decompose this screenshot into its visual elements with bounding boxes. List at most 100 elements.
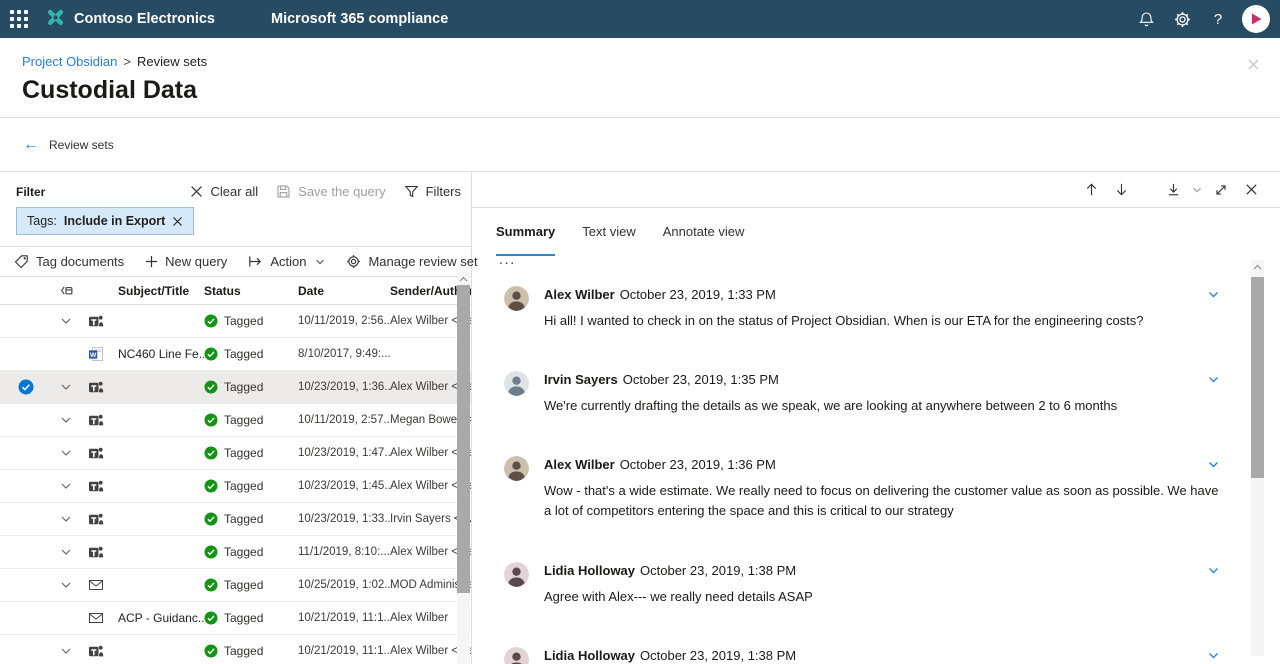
tab-text-view[interactable]: Text view	[582, 224, 635, 256]
status-cell: Tagged	[224, 347, 263, 361]
date-cell: 10/21/2019, 11:1...	[298, 612, 390, 624]
app-launcher-icon[interactable]	[0, 0, 38, 38]
command-bar: Tag documents New query Action Manage re…	[0, 247, 471, 277]
expand-row-button[interactable]	[52, 315, 80, 327]
expand-row-button[interactable]	[52, 579, 80, 591]
save-icon	[276, 184, 291, 199]
account-avatar[interactable]	[1242, 5, 1270, 33]
page-close-button[interactable]	[1247, 58, 1260, 76]
table-row[interactable]: Tagged 10/21/2019, 11:1... Alex Wilber <…	[0, 635, 471, 664]
save-query-button[interactable]: Save the query	[276, 184, 385, 199]
table-scrollbar[interactable]	[457, 272, 470, 664]
word-doc-icon: W	[88, 346, 104, 362]
mail-icon	[88, 577, 104, 593]
new-query-button[interactable]: New query	[145, 254, 227, 269]
next-document-button[interactable]	[1106, 175, 1136, 205]
status-cell: Tagged	[224, 644, 263, 658]
expand-message-button[interactable]	[1207, 288, 1220, 306]
tab-summary[interactable]: Summary	[496, 224, 555, 256]
expand-row-button[interactable]	[52, 645, 80, 657]
table-row[interactable]: Tagged 11/1/2019, 8:10:... Alex Wilber <…	[0, 536, 471, 569]
scrollbar-thumb[interactable]	[457, 285, 470, 593]
chevron-up-icon	[1253, 264, 1262, 270]
tagged-status-icon	[204, 413, 218, 427]
message-text: Wow - that's a wide estimate. We really …	[544, 481, 1220, 521]
tagged-status-icon	[204, 644, 218, 658]
tab-annotate-view[interactable]: Annotate view	[663, 224, 745, 256]
subject-cell: ACP - Guidanc...	[118, 611, 204, 625]
column-date[interactable]: Date	[298, 284, 390, 298]
row-checkbox[interactable]	[0, 379, 52, 395]
table-row[interactable]: Tagged 10/25/2019, 1:02... MOD Administr…	[0, 569, 471, 602]
expand-message-button[interactable]	[1207, 373, 1220, 391]
table-row[interactable]: W NC460 Line Fe... Tagged 8/10/2017, 9:4…	[0, 338, 471, 371]
date-cell: 10/21/2019, 11:1...	[298, 645, 390, 657]
table-row[interactable]: Tagged 10/11/2019, 2:57... Megan Bowen <…	[0, 404, 471, 437]
scroll-up-button[interactable]	[457, 272, 470, 286]
expand-row-button[interactable]	[52, 414, 80, 426]
brand[interactable]: Contoso Electronics	[46, 8, 215, 31]
viewer-scrollbar[interactable]	[1251, 260, 1264, 656]
column-subject[interactable]: Subject/Title	[118, 284, 204, 298]
gear-icon	[1174, 11, 1191, 28]
expand-row-button[interactable]	[52, 513, 80, 525]
close-icon	[1245, 183, 1258, 196]
teams-icon	[88, 412, 104, 428]
back-nav[interactable]: ← Review sets	[0, 118, 1280, 172]
date-cell: 10/11/2019, 2:56...	[298, 315, 390, 327]
column-status[interactable]: Status	[204, 284, 298, 298]
chevron-down-icon	[1207, 649, 1220, 662]
expand-row-button[interactable]	[52, 546, 80, 558]
breadcrumb-link[interactable]: Project Obsidian	[22, 54, 117, 69]
filters-button[interactable]: Filters	[404, 184, 461, 199]
settings-button[interactable]	[1164, 0, 1200, 38]
status-cell: Tagged	[224, 380, 263, 394]
table-row[interactable]: ACP - Guidanc... Tagged 10/21/2019, 11:1…	[0, 602, 471, 635]
chip-remove-icon[interactable]	[172, 216, 183, 227]
date-cell: 10/23/2019, 1:33...	[298, 513, 390, 525]
manage-review-set-button[interactable]: Manage review set	[346, 254, 477, 269]
teams-icon	[88, 445, 104, 461]
message-timestamp: October 23, 2019, 1:35 PM	[623, 372, 779, 387]
chevron-down-icon	[60, 480, 72, 492]
action-menu-button[interactable]: Action	[248, 254, 325, 269]
clear-all-button[interactable]: Clear all	[190, 184, 258, 199]
status-cell: Tagged	[224, 578, 263, 592]
table-row[interactable]: Tagged 10/11/2019, 2:56... Alex Wilber <…	[0, 305, 471, 338]
table-row[interactable]: Tagged 10/23/2019, 1:33... Irvin Sayers …	[0, 503, 471, 536]
expand-message-button[interactable]	[1207, 564, 1220, 582]
download-button[interactable]	[1158, 175, 1188, 205]
previous-document-button[interactable]	[1076, 175, 1106, 205]
status-cell: Tagged	[224, 446, 263, 460]
table-row-selected[interactable]: Tagged 10/23/2019, 1:36... Alex Wilber <…	[0, 371, 471, 404]
status-cell: Tagged	[224, 545, 263, 559]
status-cell: Tagged	[224, 314, 263, 328]
help-button[interactable]: ?	[1200, 0, 1236, 38]
tag-documents-button[interactable]: Tag documents	[14, 254, 124, 269]
expand-row-button[interactable]	[52, 447, 80, 459]
chevron-down-icon	[1207, 288, 1220, 301]
clear-icon	[190, 185, 203, 198]
teams-icon	[88, 544, 104, 560]
notifications-button[interactable]	[1128, 0, 1164, 38]
filter-chip-tags[interactable]: Tags: Include in Export	[16, 207, 194, 235]
tagged-status-icon	[204, 479, 218, 493]
action-icon	[248, 255, 263, 268]
date-cell: 10/23/2019, 1:45...	[298, 480, 390, 492]
scroll-up-button[interactable]	[1251, 260, 1264, 274]
documents-panel: Filter Clear all Save the query Filters …	[0, 172, 472, 664]
download-options-button[interactable]	[1188, 185, 1206, 195]
close-viewer-button[interactable]	[1236, 175, 1266, 205]
expand-row-button[interactable]	[52, 480, 80, 492]
breadcrumb: Project Obsidian>Review sets	[22, 54, 1260, 69]
expand-message-button[interactable]	[1207, 458, 1220, 476]
help-icon: ?	[1214, 11, 1222, 28]
expand-row-button[interactable]	[52, 381, 80, 393]
mail-icon	[88, 610, 104, 626]
expand-viewer-button[interactable]	[1206, 175, 1236, 205]
table-row[interactable]: Tagged 10/23/2019, 1:45... Alex Wilber <…	[0, 470, 471, 503]
collapse-all-button[interactable]	[52, 283, 80, 298]
expand-message-button[interactable]	[1207, 649, 1220, 664]
table-row[interactable]: Tagged 10/23/2019, 1:47... Alex Wilber <…	[0, 437, 471, 470]
scrollbar-thumb[interactable]	[1251, 277, 1264, 478]
